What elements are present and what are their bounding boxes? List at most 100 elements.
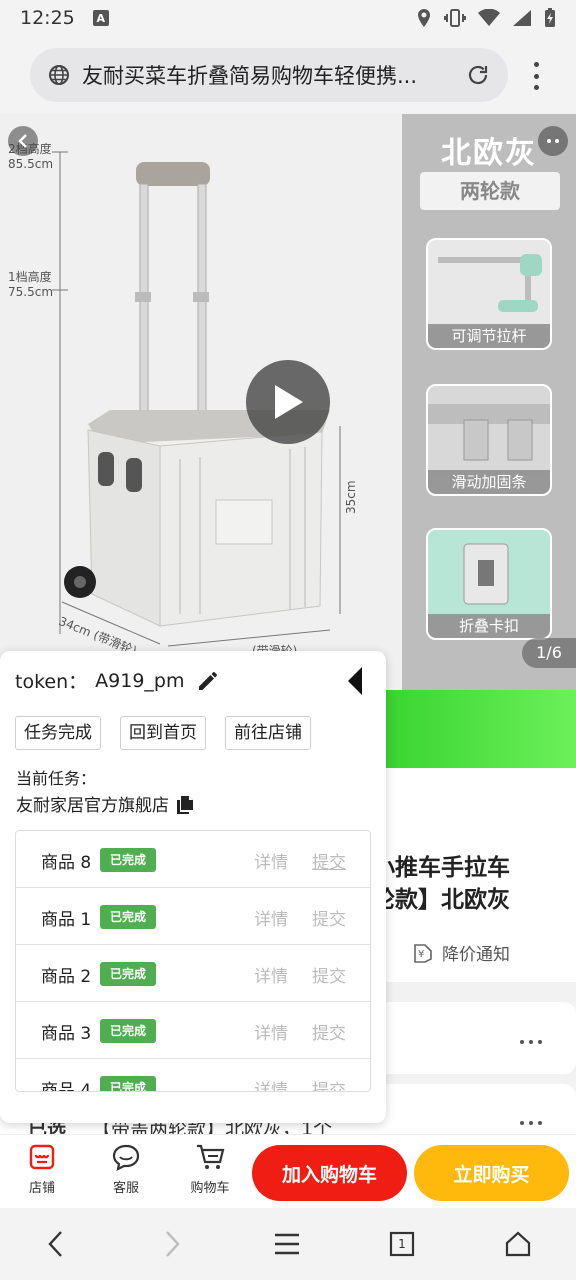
browser-nav-bar: 1 <box>0 1208 576 1280</box>
current-task-label: 当前任务： <box>16 769 97 788</box>
submit-link[interactable]: 提交 <box>312 1019 346 1044</box>
feature-card-bar: 滑动加固条 <box>426 384 552 496</box>
status-badge: 已完成 <box>100 848 156 872</box>
item-name: 商品 2 <box>41 967 92 987</box>
token-value: A919_pm <box>95 669 185 692</box>
item-name: 商品 3 <box>41 1024 92 1044</box>
status-time: 12:25 <box>20 7 75 29</box>
cart-label: 购物车 <box>190 1181 230 1196</box>
notification-icon: A <box>92 10 109 26</box>
video-play-button[interactable] <box>246 360 330 444</box>
buy-now-button[interactable]: 立即购买 <box>414 1145 569 1201</box>
store-label: 店铺 <box>28 1181 55 1196</box>
goto-store-button[interactable]: 前往店铺 <box>225 716 311 750</box>
back-arrow-icon <box>48 1231 62 1257</box>
task-item-row: 商品 4 已完成 详情 提交 <box>16 1059 370 1091</box>
store-icon <box>29 1144 55 1170</box>
store-name: 友耐家居官方旗舰店 <box>16 796 169 816</box>
more-button[interactable] <box>538 126 568 156</box>
price-notify-button[interactable]: ¥ 降价通知 <box>412 940 510 965</box>
svg-text:¥: ¥ <box>418 949 424 960</box>
status-badge: 已完成 <box>100 1076 156 1091</box>
back-button[interactable] <box>8 126 38 156</box>
home-icon <box>505 1231 531 1257</box>
task-item-row: 商品 2 已完成 详情 提交 <box>16 945 370 1002</box>
chevron-left-icon <box>18 134 27 148</box>
price-notify-label: 降价通知 <box>442 945 510 965</box>
nav-tabs-button[interactable]: 1 <box>386 1228 418 1260</box>
token-row: token： A919_pm <box>15 667 220 694</box>
detail-link[interactable]: 详情 <box>254 1019 288 1044</box>
task-item-row: 商品 3 已完成 详情 提交 <box>16 1002 370 1059</box>
tab-count: 1 <box>398 1237 406 1251</box>
submit-link[interactable]: 提交 <box>312 905 346 930</box>
detail-link[interactable]: 详情 <box>254 1076 288 1091</box>
bar-feature-image <box>428 386 550 474</box>
variant-type-label: 两轮款 <box>420 172 560 210</box>
feature-label: 可调节拉杆 <box>428 324 550 348</box>
task-item-row: 商品 1 已完成 详情 提交 <box>16 888 370 945</box>
handle-feature-image <box>428 240 550 328</box>
submit-link[interactable]: 提交 <box>312 848 346 873</box>
edit-pencil-icon[interactable] <box>196 669 220 693</box>
location-icon <box>418 9 430 27</box>
hamburger-icon <box>275 1233 299 1255</box>
status-icons <box>416 8 556 28</box>
status-badge: 已完成 <box>100 905 156 929</box>
nav-home-button[interactable] <box>502 1228 534 1260</box>
detail-link[interactable]: 详情 <box>254 905 288 930</box>
play-icon <box>275 385 303 419</box>
product-title-line2: 轮款】北欧灰 <box>372 887 510 913</box>
back-home-button[interactable]: 回到首页 <box>120 716 206 750</box>
feature-card-handle: 可调节拉杆 <box>426 238 552 350</box>
task-item-list[interactable]: 商品 8 已完成 详情 提交 商品 1 已完成 详情 提交 商品 2 已完成 详… <box>15 830 371 1092</box>
browser-menu-button[interactable] <box>526 62 546 90</box>
dim-side: 35cm <box>344 480 358 514</box>
url-text[interactable]: 友耐买菜车折叠简易购物车轻便携... <box>82 60 452 90</box>
status-badge: 已完成 <box>100 1019 156 1043</box>
shopping-cart-icon <box>197 1144 225 1169</box>
detail-link[interactable]: 详情 <box>254 962 288 987</box>
nav-menu-button[interactable] <box>271 1228 303 1260</box>
submit-link[interactable]: 提交 <box>312 1076 346 1091</box>
nav-back-button[interactable] <box>40 1228 72 1260</box>
dim-height1-value: 75.5cm <box>8 285 54 299</box>
promo-banner[interactable] <box>386 690 576 768</box>
battery-icon <box>545 8 555 27</box>
spec-more-icon[interactable] <box>520 1040 542 1044</box>
customer-service-button[interactable]: 客服 <box>98 1143 154 1196</box>
feature-card-clip: 折叠卡扣 <box>426 528 552 640</box>
variant-feature-panel: 北欧灰 两轮款 可调节拉杆 滑动加固条 折叠卡扣 <box>402 114 576 690</box>
status-badge: 已完成 <box>100 962 156 986</box>
task-panel: token： A919_pm 任务完成 回到首页 前往店铺 当前任务： 友耐家居… <box>0 651 386 1123</box>
submit-link[interactable]: 提交 <box>312 962 346 987</box>
item-name: 商品 8 <box>41 853 92 873</box>
task-item-row: 商品 8 已完成 详情 提交 <box>16 831 370 888</box>
vibrate-icon <box>444 9 466 27</box>
image-counter: 1/6 <box>522 638 576 668</box>
product-title-line1: 小推车手拉车 <box>372 855 510 881</box>
item-name: 商品 1 <box>41 910 92 930</box>
nav-forward-button[interactable] <box>156 1228 188 1260</box>
product-image-carousel[interactable]: 2档高度85.5cm 1档高度75.5cm 35cm 34cm (带滑轮) (带… <box>0 114 576 690</box>
product-title: 小推车手拉车 轮款】北欧灰 <box>372 852 510 916</box>
collapse-panel-icon[interactable] <box>348 667 362 695</box>
task-complete-button[interactable]: 任务完成 <box>15 716 101 750</box>
cart-button[interactable]: 购物车 <box>182 1143 238 1196</box>
reload-icon[interactable] <box>466 63 490 87</box>
detail-link[interactable]: 详情 <box>254 848 288 873</box>
service-label: 客服 <box>112 1181 139 1196</box>
signal-icon <box>513 10 531 26</box>
dim-height1-label: 1档高度 <box>8 270 52 284</box>
current-store: 友耐家居官方旗舰店 <box>16 791 195 816</box>
selected-more-icon[interactable] <box>520 1121 542 1125</box>
feature-label: 滑动加固条 <box>428 470 550 494</box>
add-to-cart-button[interactable]: 加入购物车 <box>252 1145 407 1201</box>
url-bar[interactable]: 友耐买菜车折叠简易购物车轻便携... <box>30 48 508 102</box>
dim-height2-value: 85.5cm <box>8 157 54 171</box>
copy-icon[interactable] <box>175 794 195 814</box>
wifi-icon <box>478 9 500 26</box>
action-bar: 店铺 客服 购物车 加入购物车 立即购买 <box>0 1134 576 1208</box>
store-button[interactable]: 店铺 <box>14 1143 70 1196</box>
cart-illustration <box>52 151 341 647</box>
